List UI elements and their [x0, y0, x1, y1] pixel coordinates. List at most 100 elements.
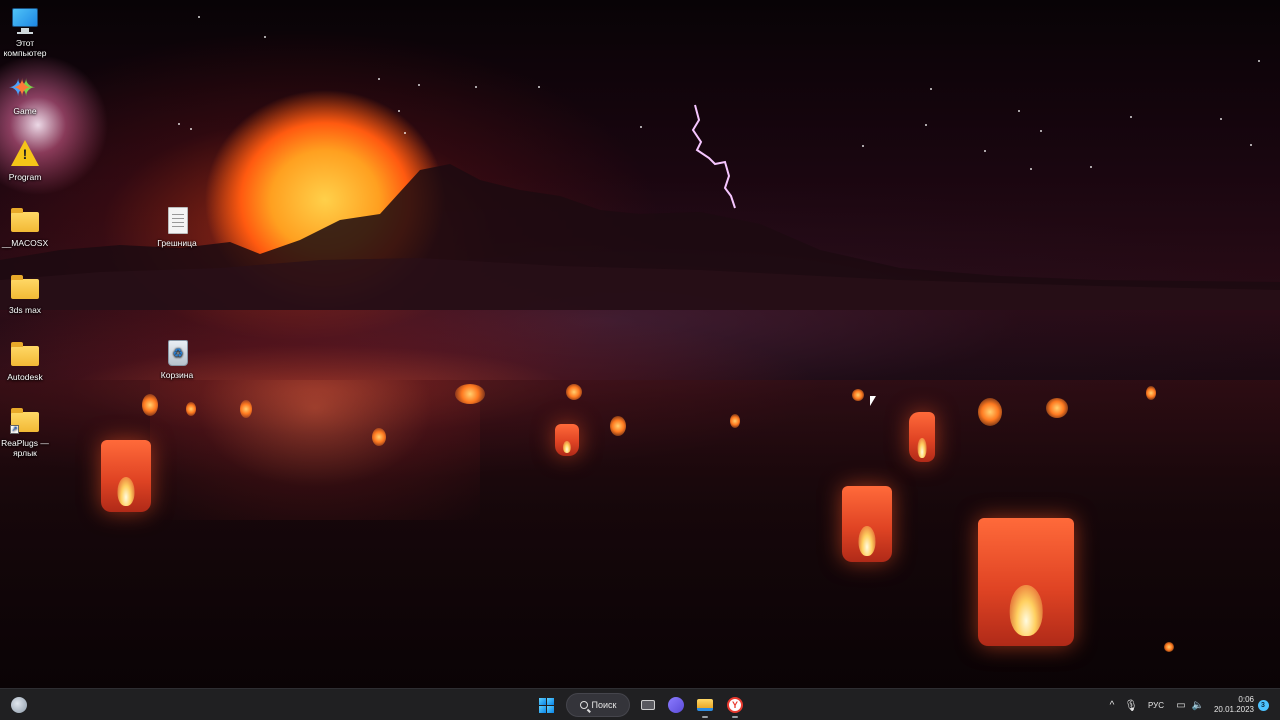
lantern-glow — [142, 394, 158, 416]
network-icon: ▭ — [1176, 699, 1186, 711]
computer-icon — [10, 6, 40, 36]
desktop-icon-label: ReaPlugs — ярлык — [1, 438, 49, 458]
game-icon: ✦ — [12, 75, 33, 102]
floating-lantern — [842, 486, 892, 562]
star — [475, 86, 477, 88]
file-explorer-icon — [697, 699, 713, 711]
star — [640, 126, 642, 128]
file-explorer-button[interactable] — [694, 693, 716, 718]
star — [404, 132, 406, 134]
floating-lantern — [909, 412, 935, 462]
document-icon — [162, 206, 192, 236]
recycle-bin-icon: ♻ — [162, 338, 192, 368]
language-indicator: РУС — [1147, 700, 1165, 710]
windows-start-icon — [538, 697, 554, 713]
yandex-browser-icon: Y — [727, 697, 743, 713]
microphone-tray-button[interactable]: 🎙 — [1124, 693, 1138, 717]
lantern-glow — [1146, 386, 1156, 400]
star — [862, 145, 864, 147]
lightning-bolt — [691, 104, 736, 209]
star — [1250, 144, 1252, 146]
desktop-icon-label: Program — [8, 172, 42, 182]
desktop-wallpaper: Этот компьютер ✦ Game ! Program __MACOSX… — [0, 0, 1280, 688]
floating-lantern — [978, 518, 1074, 646]
desktop-icon-label: Этот компьютер — [3, 38, 47, 58]
volume-icon: 🔈 — [1191, 699, 1205, 711]
show-hidden-icons-button[interactable]: ^ — [1105, 693, 1119, 717]
star — [925, 124, 927, 126]
weather-widget-button[interactable] — [8, 693, 30, 717]
folder-icon — [10, 273, 40, 303]
desktop-icon-label: Autodesk — [7, 372, 43, 382]
lantern-glow — [978, 398, 1002, 426]
desktop-icon-recycle-bin[interactable]: ♻ Корзина — [146, 338, 208, 380]
notification-center-button[interactable]: 3 — [1256, 693, 1270, 717]
desktop-icon-label: Game — [13, 106, 37, 116]
lantern-glow — [372, 428, 386, 446]
star — [178, 123, 180, 125]
desktop-icon-greshnitsa[interactable]: Грешница — [146, 206, 208, 248]
lantern-glow — [186, 402, 196, 416]
star — [930, 88, 932, 90]
chevron-up-icon: ^ — [1109, 699, 1115, 711]
sun-reflection — [150, 380, 480, 520]
star — [264, 36, 266, 38]
star — [1040, 130, 1042, 132]
clock-button[interactable]: 0:06 20.01.2023 — [1210, 693, 1254, 717]
folder-icon — [10, 206, 40, 236]
star — [398, 110, 400, 112]
floating-lantern — [555, 424, 579, 456]
weather-icon — [11, 697, 27, 713]
star — [538, 86, 540, 88]
desktop-icon-label: 3ds max — [8, 305, 42, 315]
start-button[interactable] — [534, 693, 558, 717]
lantern-glow — [852, 389, 864, 401]
chat-icon — [668, 697, 684, 713]
star — [1018, 110, 1020, 112]
lantern-glow — [1046, 398, 1068, 418]
volume-tray-button[interactable]: 🔈 — [1190, 693, 1206, 717]
network-tray-button[interactable]: ▭ — [1173, 693, 1189, 717]
chat-button[interactable] — [665, 693, 687, 717]
lantern-glow — [730, 414, 740, 428]
desktop-icon-3ds-max[interactable]: 3ds max — [0, 273, 56, 315]
star — [190, 128, 192, 130]
lantern-glow — [566, 384, 582, 400]
clock-time: 0:06 — [1238, 695, 1254, 704]
lantern-glow — [455, 384, 485, 404]
desktop-icon-label: Корзина — [160, 370, 194, 380]
star — [1130, 116, 1132, 118]
yandex-browser-button[interactable]: Y — [724, 693, 746, 718]
taskbar: Поиск Y ^ 🎙 РУС ▭ 🔈 0:06 20.01.2023 3 — [0, 688, 1280, 720]
notification-count-badge: 3 — [1257, 699, 1269, 711]
desktop-icon-macosx[interactable]: __MACOSX — [0, 206, 56, 248]
desktop-icon-game[interactable]: ✦ Game — [0, 74, 56, 117]
lantern-glow — [240, 400, 252, 418]
star — [378, 78, 380, 80]
task-view-icon — [641, 700, 655, 710]
taskbar-search-button[interactable]: Поиск — [566, 693, 630, 717]
warning-icon: ! — [10, 140, 40, 170]
star — [1220, 118, 1222, 120]
lantern-glow — [610, 416, 626, 436]
folder-shortcut-icon: ↗ — [10, 406, 40, 436]
floating-lantern — [101, 440, 151, 512]
desktop-icon-autodesk[interactable]: Autodesk — [0, 340, 56, 382]
clock-date: 20.01.2023 — [1213, 705, 1254, 714]
input-language-button[interactable]: РУС — [1145, 693, 1167, 717]
desktop-icon-label: Грешница — [157, 238, 197, 248]
desktop-icon-this-computer[interactable]: Этот компьютер — [0, 6, 56, 58]
search-label: Поиск — [591, 700, 617, 710]
folder-icon — [10, 340, 40, 370]
star — [418, 84, 420, 86]
star — [198, 16, 200, 18]
desktop-icon-reaplugs-shortcut[interactable]: ↗ ReaPlugs — ярлык — [0, 406, 56, 458]
task-view-button[interactable] — [637, 693, 659, 717]
microphone-icon: 🎙 — [1124, 699, 1138, 712]
star — [1258, 60, 1260, 62]
mouse-cursor — [870, 396, 876, 406]
desktop-icon-label: __MACOSX — [1, 238, 49, 248]
search-icon — [579, 701, 588, 709]
lantern-glow — [1164, 642, 1174, 652]
desktop-icon-program[interactable]: ! Program — [0, 140, 56, 182]
